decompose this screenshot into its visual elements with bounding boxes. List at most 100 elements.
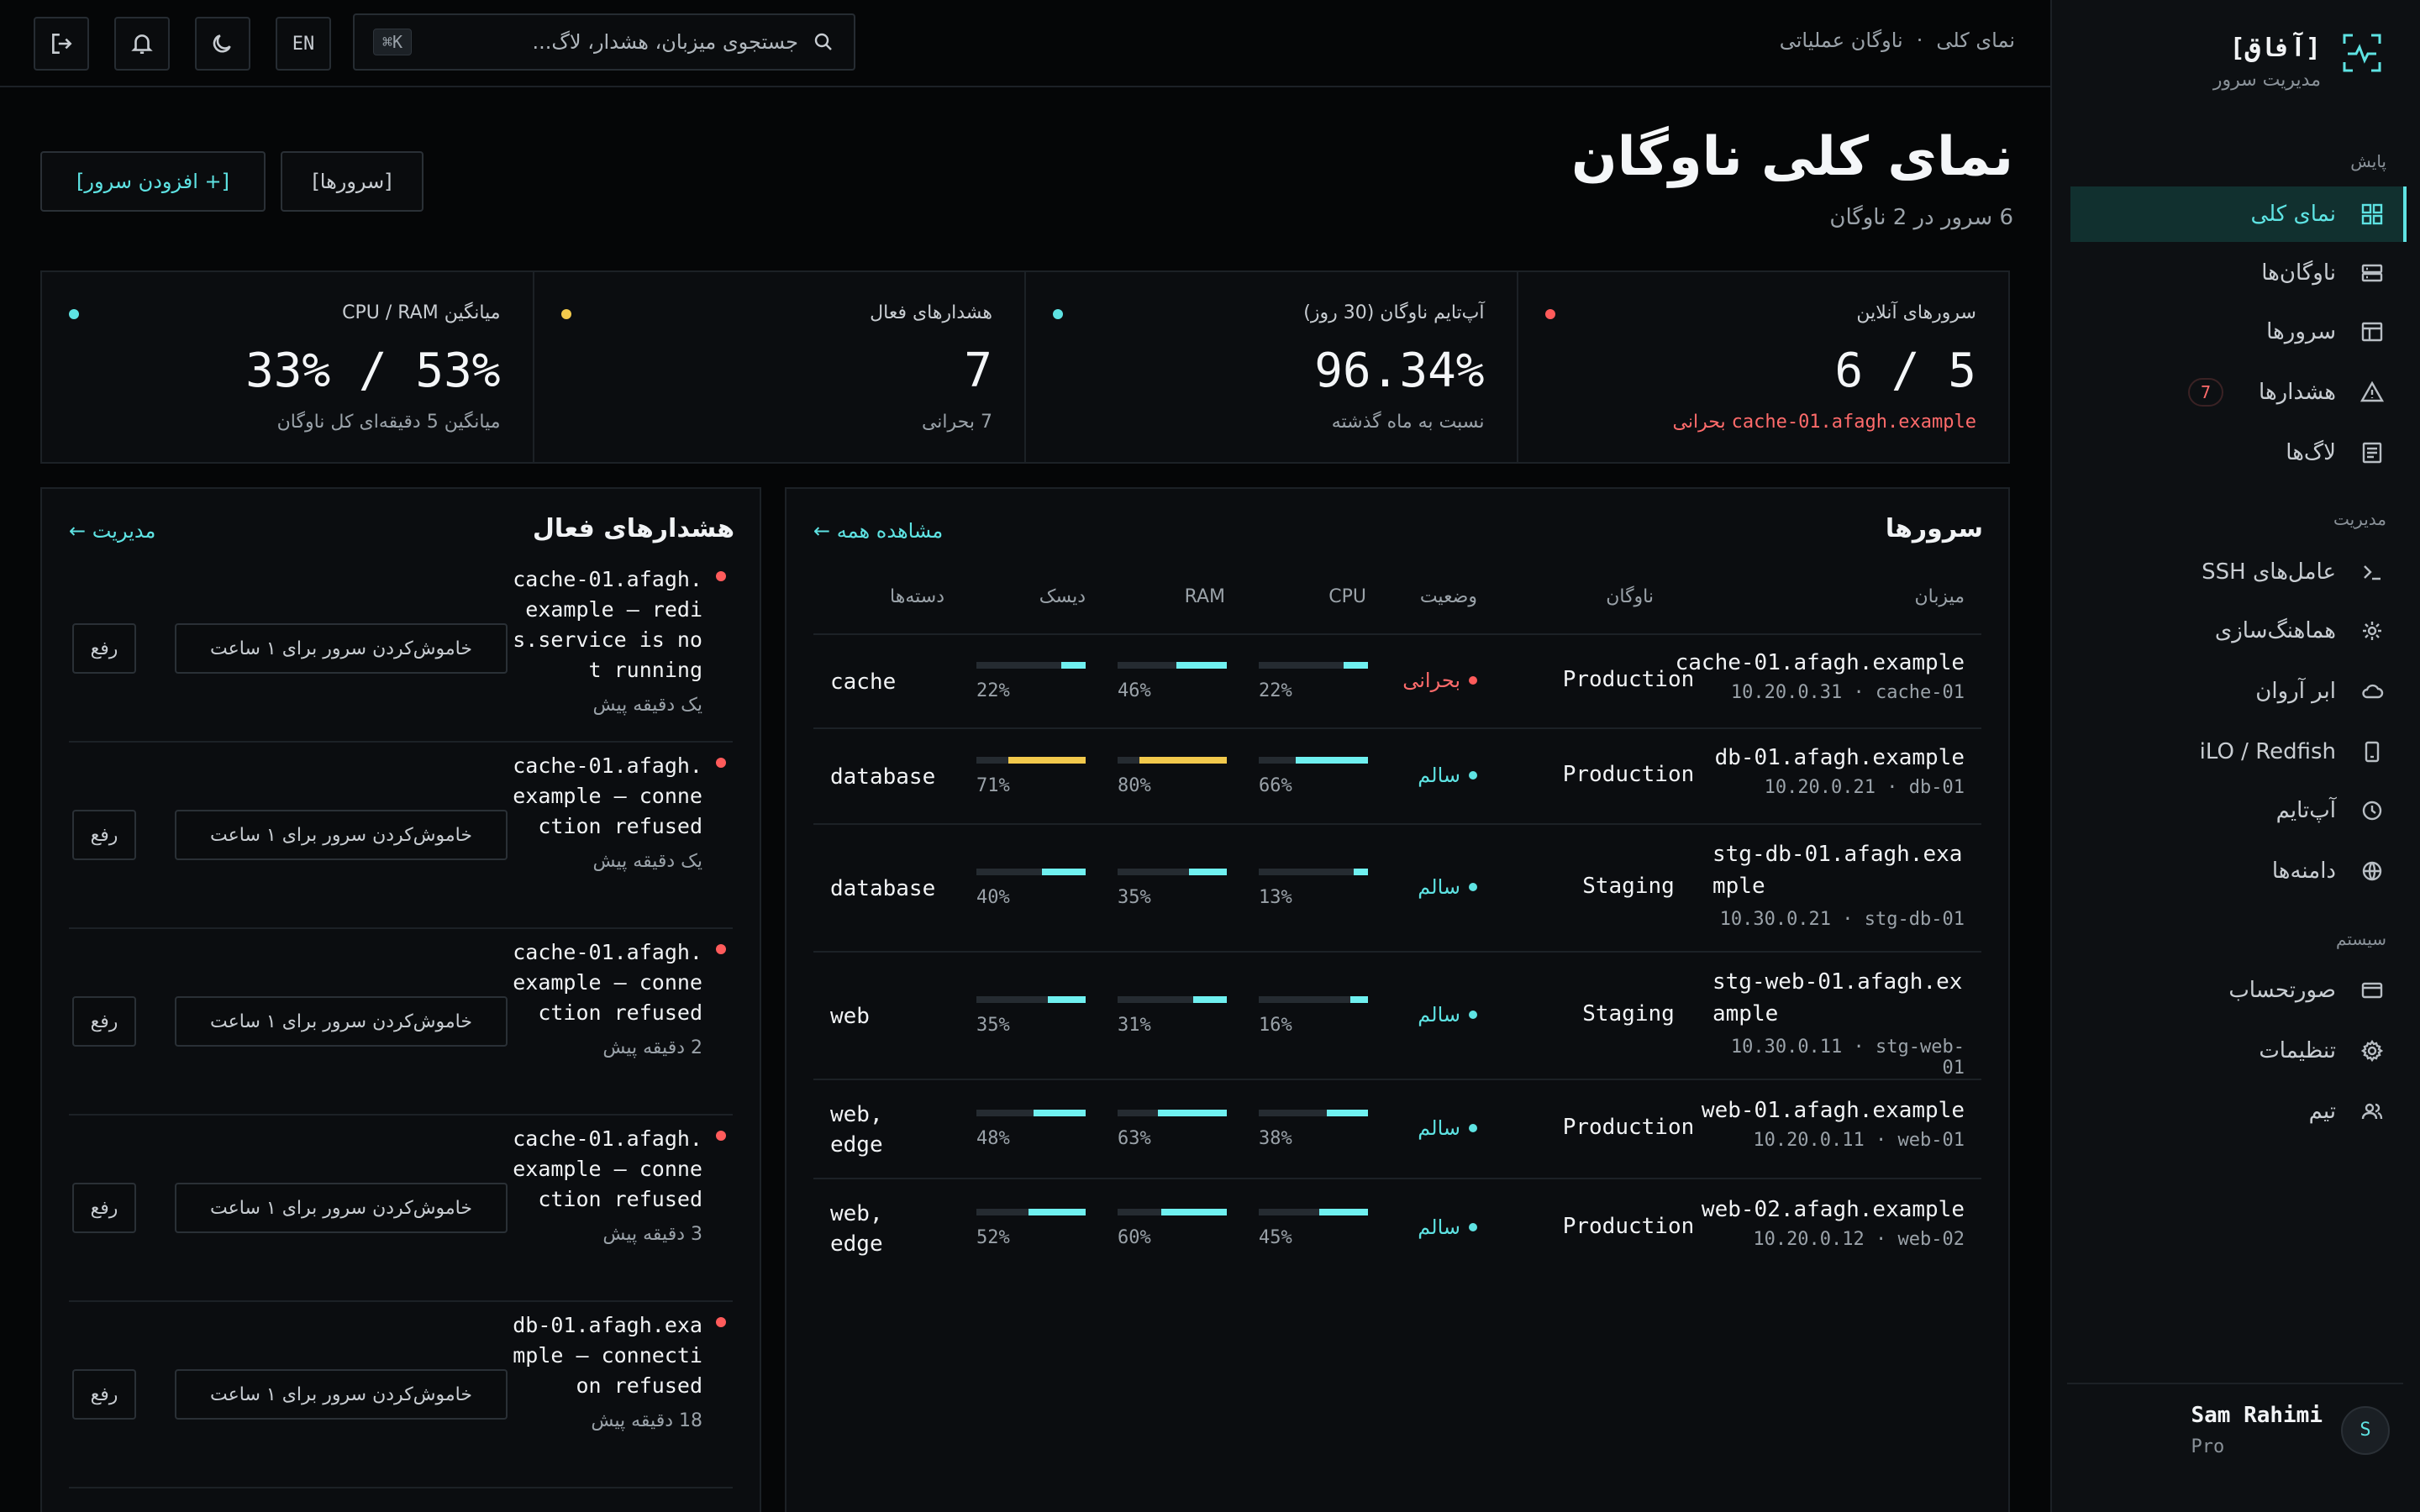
- cpu-metric: 38%: [1259, 1110, 1368, 1149]
- host-name[interactable]: stg-db-01.afagh.example: [1712, 838, 1965, 902]
- resolve-alert-button[interactable]: رفع: [72, 810, 136, 860]
- sidebar-item-ilo-redfish[interactable]: iLO / Redfish: [2084, 724, 2420, 780]
- nav-section-management: مدیریت: [2333, 509, 2386, 529]
- sidebar-item-settings[interactable]: تنظیمات: [2084, 1023, 2420, 1079]
- sidebar-item-uptime[interactable]: آپ‌تایم: [2084, 783, 2420, 838]
- host-name[interactable]: stg-web-01.afagh.example: [1712, 966, 1965, 1030]
- gear-icon: [2360, 1038, 2385, 1063]
- table-icon: [2360, 319, 2385, 344]
- table-row[interactable]: stg-db-01.afagh.example 10.30.0.21 · stg…: [813, 823, 1981, 951]
- host-cell: cache-01.afagh.example 10.20.0.31 · cach…: [1676, 650, 1965, 703]
- alert-message[interactable]: cache-01.afagh.example — connection refu…: [501, 937, 702, 1028]
- host-name[interactable]: web-02.afagh.example: [1702, 1197, 1965, 1222]
- silence-server-button[interactable]: خاموش‌کردن سرور برای ۱ ساعت: [175, 1369, 508, 1420]
- ram-metric: 31%: [1118, 996, 1227, 1036]
- sidebar-item-servers[interactable]: سرورها: [2084, 304, 2420, 360]
- cpu-bar: [1259, 869, 1368, 875]
- resolve-alert-button[interactable]: رفع: [72, 996, 136, 1047]
- sidebar-item-label: لاگ‌ها: [2286, 440, 2336, 465]
- alerts-panel-title: هشدارهای فعال: [532, 514, 734, 543]
- avatar: S: [2341, 1405, 2390, 1455]
- moon-icon: [213, 34, 231, 53]
- user-menu[interactable]: S Sam Rahimi Pro: [2191, 1403, 2390, 1457]
- language-button[interactable]: EN: [276, 17, 331, 71]
- col-disk[interactable]: دیسک: [1039, 586, 1086, 607]
- host-name[interactable]: db-01.afagh.example: [1715, 745, 1965, 770]
- roles-cell: web, edge: [830, 1201, 883, 1257]
- notifications-button[interactable]: [114, 17, 170, 71]
- alert-message[interactable]: cache-01.afagh.example — connection refu…: [501, 1124, 702, 1215]
- stat-foot: نسبت به ماه گذشته: [1331, 412, 1485, 433]
- sidebar-item-label: ابر آروان: [2255, 679, 2336, 704]
- cpu-bar-fill: [1354, 869, 1368, 875]
- host-name[interactable]: web-01.afagh.example: [1702, 1098, 1965, 1123]
- search-input[interactable]: [425, 30, 798, 54]
- theme-toggle-button[interactable]: [195, 17, 250, 71]
- critical-host[interactable]: cache-01.afagh.example: [1732, 412, 1976, 433]
- fleet-cell: Staging: [1582, 874, 1675, 899]
- sidebar-item-domains[interactable]: دامنه‌ها: [2084, 843, 2420, 899]
- grid-icon: [2360, 202, 2385, 227]
- view-all-servers-link[interactable]: مشاهده همه ←: [813, 519, 943, 543]
- logout-button[interactable]: [34, 17, 89, 71]
- silence-server-button[interactable]: خاموش‌کردن سرور برای ۱ ساعت: [175, 810, 508, 860]
- roles-cell: database: [830, 876, 936, 901]
- sidebar-item-ssh-agents[interactable]: عامل‌های SSH: [2084, 544, 2420, 600]
- cpu-bar-fill: [1344, 662, 1368, 669]
- sidebar-item-billing[interactable]: صورتحساب: [2084, 963, 2420, 1018]
- table-row[interactable]: web-01.afagh.example 10.20.0.11 · web-01…: [813, 1079, 1981, 1178]
- cpu-bar: [1259, 1209, 1368, 1215]
- col-status[interactable]: وضعیت: [1420, 586, 1477, 607]
- silence-server-button[interactable]: خاموش‌کردن سرور برای ۱ ساعت: [175, 996, 508, 1047]
- resolve-alert-button[interactable]: رفع: [72, 1183, 136, 1233]
- nav-section-monitoring: پایش: [2350, 151, 2386, 171]
- col-roles[interactable]: دسته‌ها: [890, 586, 944, 607]
- add-server-button[interactable]: [+ افزودن سرور]: [40, 151, 266, 212]
- alert-message[interactable]: cache-01.afagh.example — redis.service i…: [501, 564, 702, 685]
- disk-value: 40%: [976, 887, 1010, 908]
- sidebar-item-logs[interactable]: لاگ‌ها: [2084, 425, 2420, 480]
- resolve-alert-button[interactable]: رفع: [72, 1369, 136, 1420]
- servers-button[interactable]: [سرورها]: [281, 151, 424, 212]
- search-box[interactable]: ⌘K: [353, 13, 855, 71]
- sidebar-item-alerts[interactable]: هشدارها 7: [2084, 365, 2420, 420]
- bell-icon: [131, 34, 153, 54]
- warning-icon: [2360, 380, 2385, 405]
- sidebar-item-sync[interactable]: هماهنگ‌سازی: [2084, 603, 2420, 659]
- host-name[interactable]: cache-01.afagh.example: [1676, 650, 1965, 675]
- breadcrumb: نمای کلی · ناوگان عملیاتی: [1780, 29, 2015, 52]
- table-row[interactable]: web-02.afagh.example 10.20.0.12 · web-02…: [813, 1178, 1981, 1277]
- device-icon: [2360, 739, 2385, 764]
- alert-critical-dot: [716, 758, 726, 768]
- resolve-alert-button[interactable]: رفع: [72, 623, 136, 674]
- cpu-bar: [1259, 662, 1368, 669]
- table-row[interactable]: stg-web-01.afagh.example 10.30.0.11 · st…: [813, 951, 1981, 1079]
- cpu-bar-fill: [1326, 1110, 1368, 1116]
- col-fleet[interactable]: ناوگان: [1606, 586, 1654, 607]
- alert-message[interactable]: db-01.afagh.example — connection refused: [501, 1310, 702, 1401]
- sidebar-item-fleets[interactable]: ناوگان‌ها: [2084, 245, 2420, 301]
- cpu-metric: 16%: [1259, 996, 1368, 1036]
- table-row[interactable]: cache-01.afagh.example 10.20.0.31 · cach…: [813, 633, 1981, 727]
- manage-alerts-link[interactable]: مدیریت ←: [69, 519, 155, 543]
- sidebar-item-overview[interactable]: نمای کلی: [2070, 186, 2407, 242]
- status-dot: [1469, 1124, 1477, 1132]
- silence-server-button[interactable]: خاموش‌کردن سرور برای ۱ ساعت: [175, 623, 508, 674]
- brand[interactable]: [آفاق] مدیریت سرور: [2213, 32, 2383, 91]
- silence-server-button[interactable]: خاموش‌کردن سرور برای ۱ ساعت: [175, 1183, 508, 1233]
- cpu-value: 38%: [1259, 1128, 1292, 1149]
- status-label: سالم: [1418, 1003, 1460, 1026]
- sidebar-item-team[interactable]: تیم: [2084, 1084, 2420, 1139]
- sidebar-item-arvan-cloud[interactable]: ابر آروان: [2084, 664, 2420, 719]
- col-host[interactable]: میزبان: [1914, 586, 1965, 607]
- logout-icon: [52, 34, 72, 54]
- table-row[interactable]: db-01.afagh.example 10.20.0.21 · db-01 P…: [813, 727, 1981, 823]
- breadcrumb-item[interactable]: نمای کلی: [1936, 29, 2015, 52]
- alert-message[interactable]: cache-01.afagh.example — connection refu…: [501, 751, 702, 842]
- sidebar-item-label: عامل‌های SSH: [2202, 559, 2336, 585]
- disk-bar-fill: [1042, 869, 1086, 875]
- col-cpu[interactable]: CPU: [1328, 586, 1366, 607]
- col-ram[interactable]: RAM: [1185, 586, 1225, 607]
- stat-value: 6 / 5: [1834, 344, 1976, 398]
- status-badge: سالم: [1418, 875, 1477, 899]
